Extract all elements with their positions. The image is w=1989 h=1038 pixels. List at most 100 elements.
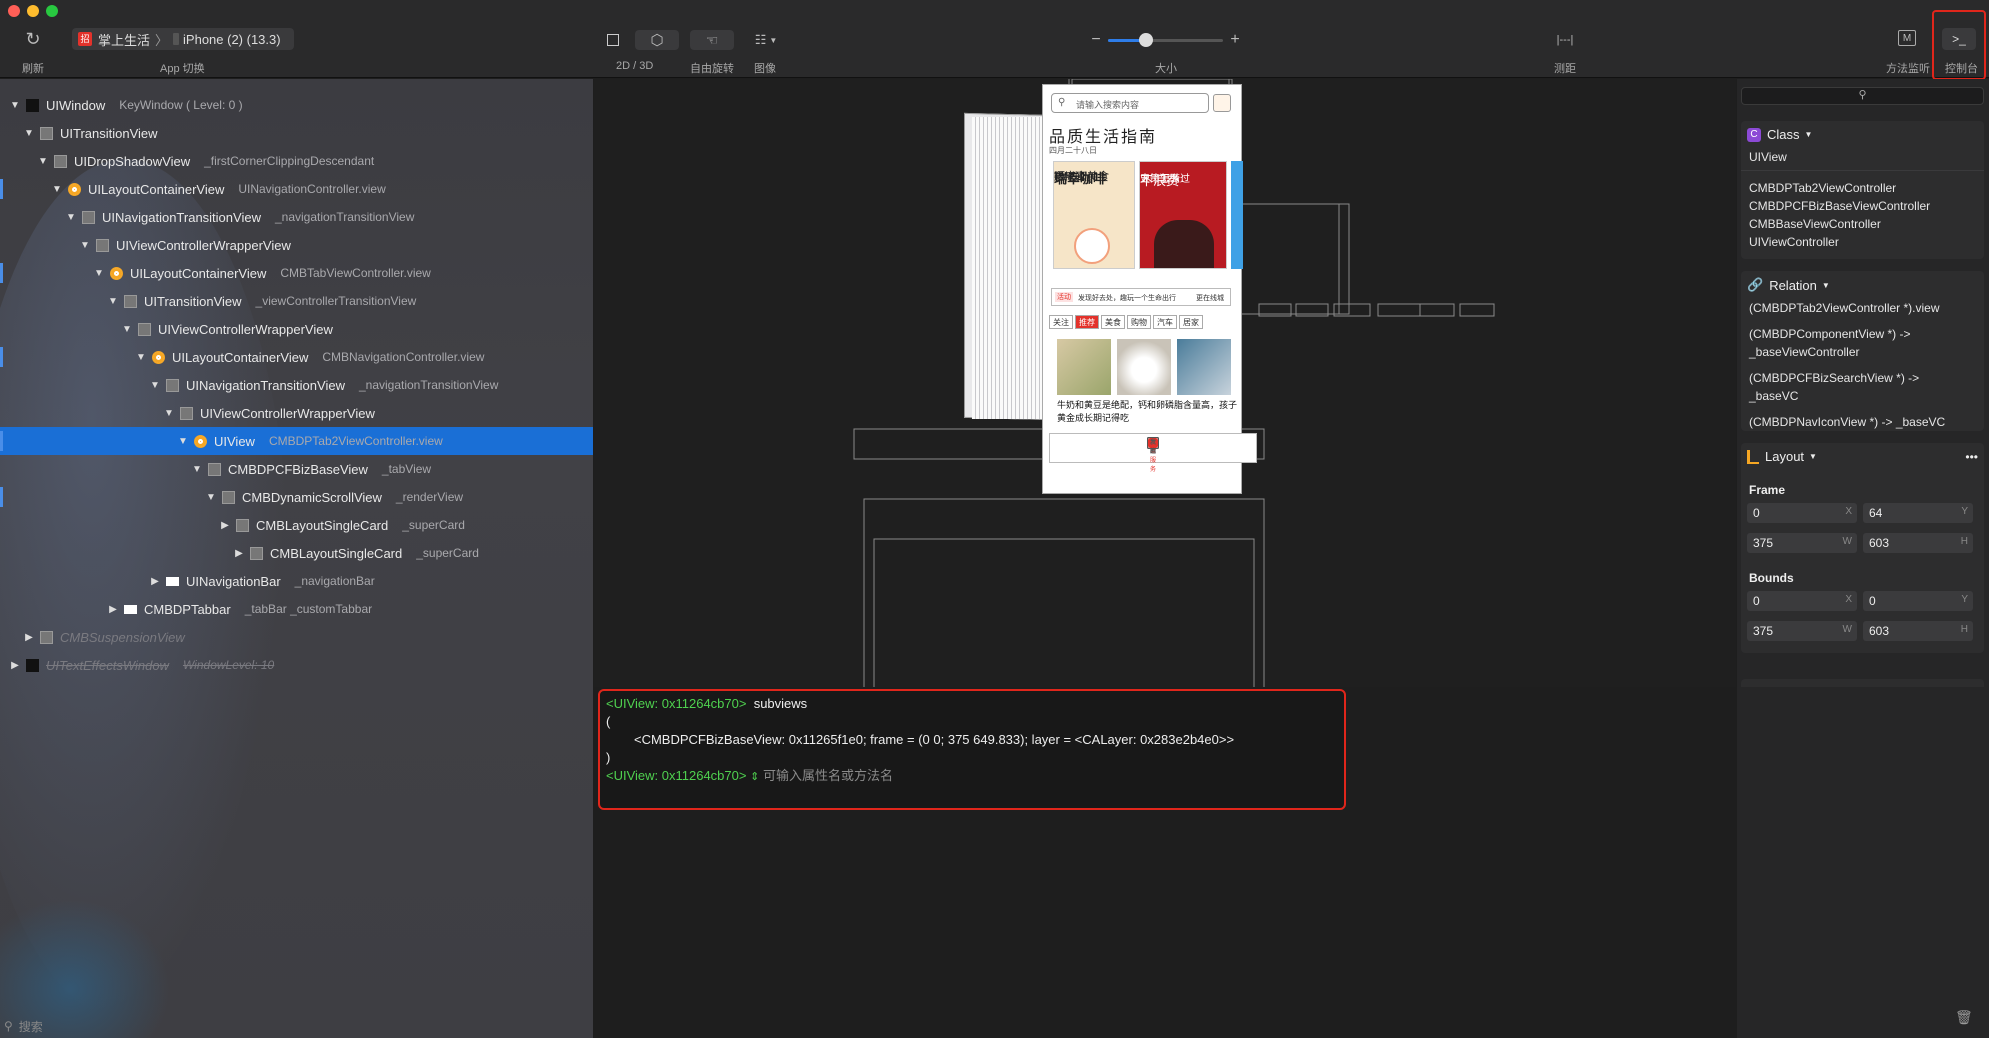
preview-card-3 (1231, 161, 1243, 269)
tree-row[interactable]: ▼ UITransitionView (0, 119, 593, 147)
frame-x-field[interactable]: 0X (1747, 503, 1857, 523)
disclosure-open-icon[interactable]: ▼ (120, 324, 134, 335)
more-icon[interactable]: ••• (1965, 450, 1978, 464)
minimize-window-button[interactable] (27, 5, 39, 17)
tree-row-detail: _superCard (402, 518, 465, 532)
console-panel[interactable]: <UIView: 0x11264cb70> subviews ( <CMBDPC… (598, 689, 1346, 810)
tree-row[interactable]: ▶ CMBDPTabbar _tabBar _customTabbar (0, 595, 593, 623)
tree-row[interactable]: ▼ UIWindow KeyWindow ( Level: 0 ) (0, 91, 593, 119)
class-chain-item[interactable]: CMBDPCFBizBaseViewController (1741, 197, 1984, 215)
class-icon: C (1747, 127, 1761, 142)
view-2d-button[interactable] (603, 30, 623, 50)
refresh-label: 刷新 (22, 63, 44, 75)
bounds-y-field[interactable]: 0Y (1863, 591, 1973, 611)
tree-row[interactable]: ▶ CMBSuspensionView (0, 623, 593, 651)
relation-item[interactable]: (CMBDPCFBizSearchView *) -> (1741, 369, 1984, 387)
tree-row[interactable]: ▶ UITextEffectsWindow WindowLevel: 10 (0, 651, 593, 679)
disclosure-closed-icon[interactable]: ▶ (106, 604, 120, 615)
tree-row[interactable]: ▼ UILayoutContainerView UINavigationContro… (0, 175, 593, 203)
disclosure-open-icon[interactable]: ▼ (36, 156, 50, 167)
disclosure-open-icon[interactable]: ▼ (176, 436, 190, 447)
tree-row[interactable]: ▼ UIViewControllerWrapperView (0, 231, 593, 259)
image-options-button[interactable]: ☷ ▼ (748, 30, 784, 50)
relation-item[interactable]: _baseVC (1741, 387, 1984, 405)
tree-row[interactable]: ▼ UILayoutContainerView CMBNavigationContr… (0, 343, 593, 371)
zoom-window-button[interactable] (46, 5, 58, 17)
tree-row[interactable]: ▼ CMBDynamicScrollView _renderView (0, 483, 593, 511)
disclosure-open-icon[interactable]: ▼ (92, 268, 106, 279)
close-window-button[interactable] (8, 5, 20, 17)
chevron-down-icon: ▼ (1821, 280, 1830, 290)
disclosure-open-icon[interactable]: ▼ (148, 380, 162, 391)
disclosure-open-icon[interactable]: ▼ (106, 296, 120, 307)
3d-canvas[interactable]: ⚲ 请输入搜索内容 品质生活指南 四月二十八日 晒宅家美食 送标抽 瑞幸咖啡 史… (594, 79, 1736, 687)
measure-button[interactable]: |---| (1552, 30, 1578, 50)
bounds-h-field[interactable]: 603 H (1863, 621, 1973, 641)
disclosure-open-icon[interactable]: ▼ (134, 352, 148, 363)
disclosure-closed-icon[interactable]: ▶ (148, 576, 162, 587)
bounds-x-field[interactable]: 0X (1747, 591, 1857, 611)
app-switch-button[interactable]: 招 掌上生活 〉 iPhone (2) (13.3) (72, 28, 294, 50)
tree-row[interactable]: ▼ UIViewControllerWrapperView (0, 315, 593, 343)
chevron-down-icon: ▼ (1804, 130, 1813, 139)
class-chain-item[interactable]: CMBBaseViewController (1741, 215, 1984, 233)
layout-header[interactable]: Layout ▼ ••• (1741, 443, 1984, 470)
disclosure-open-icon[interactable]: ▼ (64, 212, 78, 223)
tree-row[interactable]: ▼ CMBDPCFBizBaseView _tabView (0, 455, 593, 483)
disclosure-open-icon[interactable]: ▼ (22, 128, 36, 139)
sliders-icon: ☷ (754, 32, 767, 47)
preview-card-1: 晒宅家美食 送标抽 瑞幸咖啡 (1053, 161, 1135, 269)
inspector-search-input[interactable]: ⚲ (1741, 87, 1984, 105)
disclosure-closed-icon[interactable]: ▶ (22, 632, 36, 643)
tree-row[interactable]: ▶ CMBLayoutSingleCard _superCard (0, 539, 593, 567)
tree-row[interactable]: ▶ CMBLayoutSingleCard _superCard (0, 511, 593, 539)
frame-w-field[interactable]: 375 W (1747, 533, 1857, 553)
tree-row[interactable]: ▼ UITransitionView _viewControllerTransiti… (0, 287, 593, 315)
relation-header[interactable]: 🔗 Relation ▼ (1741, 271, 1984, 299)
frame-h-field[interactable]: 603 H (1863, 533, 1973, 553)
disclosure-closed-icon[interactable]: ▶ (232, 548, 246, 559)
disclosure-closed-icon[interactable]: ▶ (8, 660, 22, 671)
tree-row[interactable]: ▼ UIViewControllerWrapperView (0, 399, 593, 427)
relation-item[interactable]: (CMBDPNavIconView *) -> _baseVC (1741, 413, 1984, 431)
preview-notice-bar: 活动 发现好去处，趣玩一个生命出行 更在线城 (1051, 288, 1231, 306)
zoom-slider-knob[interactable] (1138, 33, 1153, 47)
disclosure-open-icon[interactable]: ▼ (162, 408, 176, 419)
tree-row-detail: _viewControllerTransitionView (255, 294, 417, 308)
disclosure-open-icon[interactable]: ▼ (78, 240, 92, 251)
zoom-slider[interactable] (1108, 33, 1223, 47)
class-chain-item[interactable]: UIViewController (1741, 233, 1984, 251)
method-monitor-button[interactable]: M (1898, 30, 1916, 46)
tree-row-name: UIViewControllerWrapperView (200, 405, 375, 421)
console-input-line[interactable]: <UIView: 0x11264cb70> ⇕ 可输入属性名或方法名 (606, 767, 1338, 785)
tree-row[interactable]: ▼ UIDropShadowView _firstCornerClippingDes… (0, 147, 593, 175)
frame-y-field[interactable]: 64 Y (1863, 503, 1973, 523)
preview-search-icon: ⚲ (1058, 97, 1066, 108)
view-3d-button[interactable]: ⬡ (635, 30, 679, 50)
relation-item[interactable]: (CMBDPTab2ViewController *).view (1741, 299, 1984, 317)
tree-row[interactable]: ▶ UINavigationBar _navigationBar (0, 567, 593, 595)
trash-icon[interactable]: 🗑 (1955, 1009, 1973, 1026)
view-icon (138, 322, 151, 336)
disclosure-open-icon[interactable]: ▼ (50, 184, 64, 195)
zoom-out-button[interactable]: − (1088, 30, 1104, 50)
class-header[interactable]: C Class ▼ (1741, 121, 1984, 148)
refresh-icon[interactable]: ↻ (22, 28, 44, 50)
console-button[interactable]: >_ (1942, 28, 1976, 50)
relation-item[interactable]: _baseViewController (1741, 343, 1984, 361)
free-rotate-button[interactable]: ☜ (690, 30, 734, 50)
bounds-w-field[interactable]: 375 W (1747, 621, 1857, 641)
disclosure-open-icon[interactable]: ▼ (190, 464, 204, 475)
disclosure-open-icon[interactable]: ▼ (204, 492, 218, 503)
disclosure-closed-icon[interactable]: ▶ (218, 520, 232, 531)
tree-row[interactable]: ▼ UILayoutContainerView CMBTabViewControll… (0, 259, 593, 287)
class-chain-item[interactable]: CMBDPTab2ViewController (1741, 179, 1984, 197)
relation-item[interactable]: (CMBDPComponentView *) -> (1741, 325, 1984, 343)
relation-card: 🔗 Relation ▼ (CMBDPTab2ViewController *).v… (1741, 271, 1984, 431)
tree-row[interactable]: ▼ UIView CMBDPTab2ViewController.view (0, 427, 593, 455)
sidebar-search[interactable]: ⚲ 搜索 (0, 1014, 593, 1038)
tree-row[interactable]: ▼ UINavigationTransitionView _navigationTr… (0, 203, 593, 231)
tree-row[interactable]: ▼ UINavigationTransitionView _navigationTr… (0, 371, 593, 399)
zoom-in-button[interactable]: + (1227, 30, 1243, 50)
disclosure-open-icon[interactable]: ▼ (8, 100, 22, 111)
